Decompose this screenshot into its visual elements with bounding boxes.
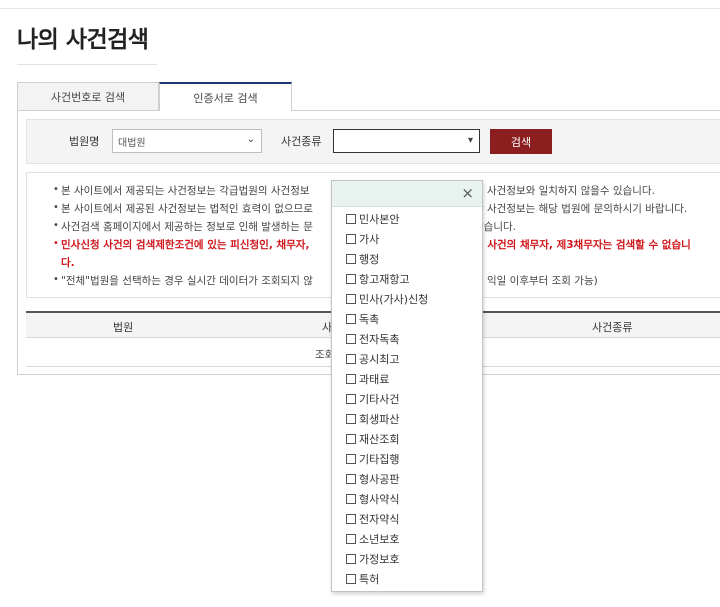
- dropdown-header: ×: [332, 181, 482, 207]
- checkbox[interactable]: [346, 514, 356, 524]
- option-item[interactable]: 가정보호: [332, 549, 482, 569]
- checkbox[interactable]: [346, 334, 356, 344]
- option-label: 민사본안: [359, 213, 400, 226]
- option-item[interactable]: 항고재항고: [332, 269, 482, 289]
- checkbox[interactable]: [346, 454, 356, 464]
- top-divider: [0, 8, 720, 9]
- option-label: 독촉: [359, 313, 380, 326]
- search-form: 법원명 대법원 ⌄ 사건종류 ▾ 검색: [26, 119, 720, 164]
- option-label: 항고재항고: [359, 273, 410, 286]
- option-item[interactable]: 과태료: [332, 369, 482, 389]
- page-title: 나의 사건검색: [17, 27, 149, 53]
- court-select-value: 대법원: [118, 137, 146, 149]
- notice-line: 본 사이트에서 제공되는 사건정보는 각급법원의 사건정보: [61, 185, 310, 197]
- checkbox[interactable]: [346, 554, 356, 564]
- case-type-label: 사건종류: [281, 135, 322, 148]
- option-item[interactable]: 소년보호: [332, 529, 482, 549]
- option-label: 형사공판: [359, 473, 400, 486]
- option-item[interactable]: 전자약식: [332, 509, 482, 529]
- option-item[interactable]: 공시최고: [332, 349, 482, 369]
- notice-line: 본 사이트에서 제공된 사건정보는 법적인 효력이 없으므로: [61, 203, 313, 215]
- column-header-case-type: 사건종류: [592, 321, 633, 334]
- option-label: 형사약식: [359, 493, 400, 506]
- notice-line-warning-cont: 다.: [61, 257, 75, 269]
- case-type-select[interactable]: ▾: [333, 129, 480, 153]
- checkbox[interactable]: [346, 374, 356, 384]
- column-header-court: 법원: [113, 321, 134, 334]
- option-label: 가사: [359, 233, 380, 246]
- checkbox[interactable]: [346, 294, 356, 304]
- checkbox[interactable]: [346, 434, 356, 444]
- checkbox[interactable]: [346, 534, 356, 544]
- search-button[interactable]: 검색: [490, 129, 552, 154]
- option-label: 전자독촉: [359, 333, 400, 346]
- option-label: 민사(가사)신청: [359, 293, 429, 306]
- caret-down-icon: ▾: [467, 135, 473, 146]
- checkbox[interactable]: [346, 234, 356, 244]
- checkbox[interactable]: [346, 214, 356, 224]
- dropdown-options: 민사본안 가사 행정 항고재항고 민사(가사)신청 독촉 전자독촉 공시최고 과…: [332, 207, 482, 589]
- option-item[interactable]: 형사공판: [332, 469, 482, 489]
- checkbox[interactable]: [346, 354, 356, 364]
- bullet-icon: •: [53, 184, 59, 195]
- court-label: 법원명: [69, 135, 100, 148]
- option-label: 행정: [359, 253, 380, 266]
- option-item[interactable]: 가사: [332, 229, 482, 249]
- option-item[interactable]: 민사본안: [332, 209, 482, 229]
- checkbox[interactable]: [346, 574, 356, 584]
- option-label: 과태료: [359, 373, 390, 386]
- option-label: 전자약식: [359, 513, 400, 526]
- option-label: 공시최고: [359, 353, 400, 366]
- option-label: 기타사건: [359, 393, 400, 406]
- notice-line: "전체"법원을 선택하는 경우 실시간 데이터가 조회되지 않: [61, 275, 313, 287]
- notice-line-tail: 한 사건정보는 해당 법원에 문의하시기 바랍니다.: [474, 203, 688, 215]
- option-item[interactable]: 민사(가사)신청: [332, 289, 482, 309]
- checkbox[interactable]: [346, 494, 356, 504]
- option-label: 기타집행: [359, 453, 400, 466]
- close-icon[interactable]: ×: [461, 184, 474, 202]
- checkbox[interactable]: [346, 314, 356, 324]
- notice-line-warning: 민사신청 사건의 검색제한조건에 있는 피신청인, 채무자,: [61, 239, 310, 251]
- option-label: 재산조회: [359, 433, 400, 446]
- option-label: 특허: [359, 573, 380, 586]
- bullet-icon: •: [53, 274, 59, 285]
- option-item[interactable]: 회생파산: [332, 409, 482, 429]
- bullet-icon: •: [53, 202, 59, 213]
- checkbox[interactable]: [346, 414, 356, 424]
- checkbox[interactable]: [346, 274, 356, 284]
- option-item[interactable]: 기타집행: [332, 449, 482, 469]
- option-item[interactable]: 특허: [332, 569, 482, 589]
- bullet-icon: •: [53, 220, 59, 231]
- title-underline: [17, 64, 157, 65]
- chevron-down-icon: ⌄: [246, 134, 255, 145]
- bullet-icon: •: [53, 238, 59, 249]
- notice-line-tail: 은 익일 이후부터 조회 가능): [474, 275, 598, 287]
- option-label: 가정보호: [359, 553, 400, 566]
- checkbox[interactable]: [346, 254, 356, 264]
- checkbox[interactable]: [346, 474, 356, 484]
- notice-line-tail: 에 사건정보와 일치하지 않을수 있습니다.: [474, 185, 655, 197]
- checkbox[interactable]: [346, 394, 356, 404]
- case-type-dropdown: × 민사본안 가사 행정 항고재항고 민사(가사)신청 독촉 전자독촉 공시최고…: [331, 180, 483, 592]
- option-item[interactable]: 전자독촉: [332, 329, 482, 349]
- option-item[interactable]: 재산조회: [332, 429, 482, 449]
- court-select[interactable]: 대법원 ⌄: [112, 129, 262, 153]
- option-item[interactable]: 독촉: [332, 309, 482, 329]
- tab-certificate-search[interactable]: 인증서로 검색: [159, 82, 292, 111]
- option-label: 회생파산: [359, 413, 400, 426]
- option-item[interactable]: 형사약식: [332, 489, 482, 509]
- option-item[interactable]: 행정: [332, 249, 482, 269]
- option-item[interactable]: 기타사건: [332, 389, 482, 409]
- tab-case-number-search[interactable]: 사건번호로 검색: [17, 82, 159, 111]
- notice-line-warning-tail: 행 사건의 채무자, 제3채무자는 검색할 수 없습니: [474, 239, 691, 251]
- option-label: 소년보호: [359, 533, 400, 546]
- notice-line: 사건검색 홈페이지에서 제공하는 정보로 인해 발생하는 문: [61, 221, 313, 233]
